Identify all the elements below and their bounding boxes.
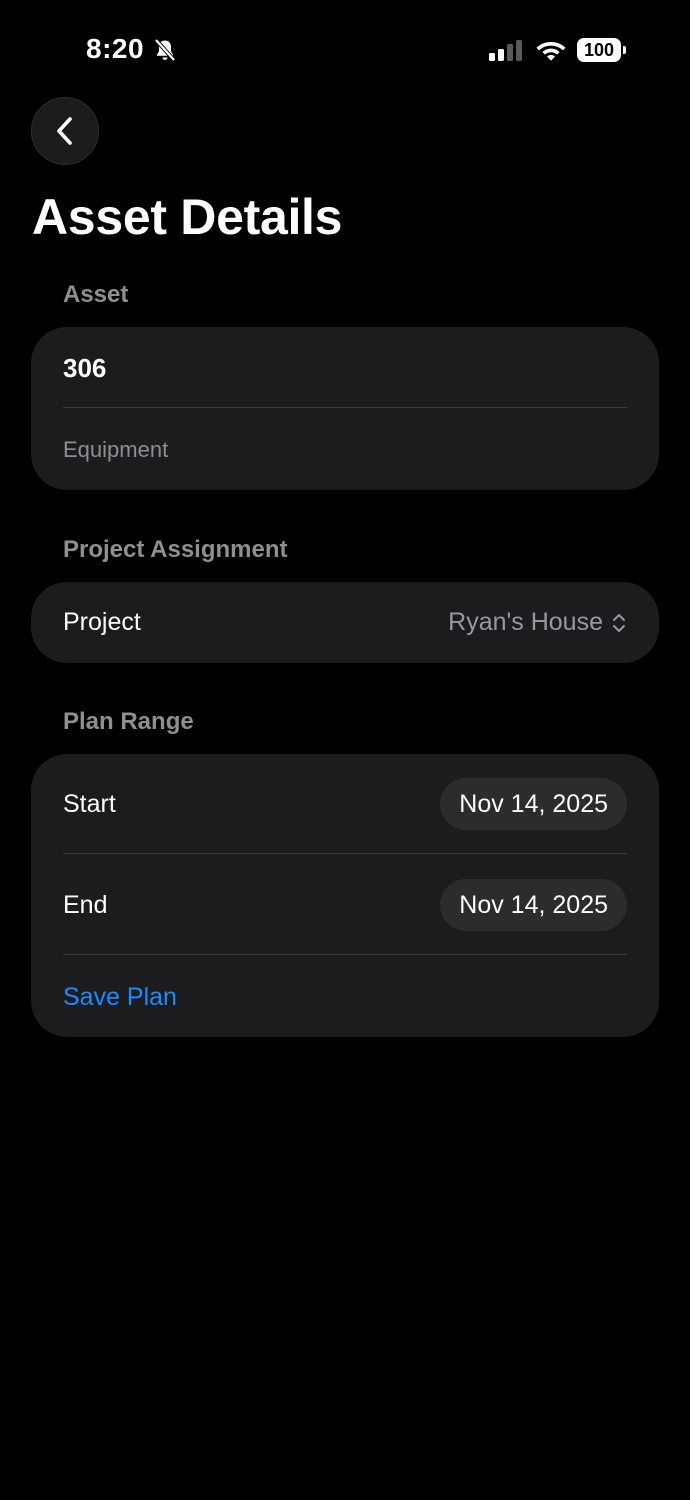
plan-divider-1 [63,853,627,854]
page-title: Asset Details [32,189,343,245]
asset-card-divider [63,407,627,408]
battery-level: 100 [577,38,621,62]
bell-slash-icon [153,38,177,62]
start-label: Start [63,790,116,818]
end-date-picker[interactable]: Nov 14, 2025 [440,879,627,931]
asset-section-header: Asset [63,281,129,308]
project-section-header: Project Assignment [63,536,288,563]
wifi-icon [535,38,567,62]
plan-range-section-header: Plan Range [63,708,194,735]
battery-tip [623,46,626,54]
battery-icon: 100 [577,38,627,62]
chevron-up-down-icon [611,611,627,635]
chevron-left-icon [54,116,76,146]
project-value: Ryan's House [448,608,603,636]
cellular-signal-icon [488,39,524,63]
end-label: End [63,891,108,919]
project-picker[interactable]: Ryan's House [448,608,627,637]
asset-card: 306 Equipment [31,327,659,490]
save-plan-button[interactable]: Save Plan [63,983,177,1012]
project-card[interactable]: Project Ryan's House [31,582,659,663]
status-bar: 8:20 100 [0,0,690,100]
project-label: Project [63,608,141,636]
start-date-picker[interactable]: Nov 14, 2025 [440,778,627,830]
asset-name-field[interactable]: 306 [63,353,106,384]
plan-divider-2 [63,954,627,955]
status-time: 8:20 [86,33,145,64]
plan-range-card: Start Nov 14, 2025 End Nov 14, 2025 Save… [31,754,659,1037]
asset-type-field[interactable]: Equipment [63,437,168,463]
back-button[interactable] [31,97,99,165]
